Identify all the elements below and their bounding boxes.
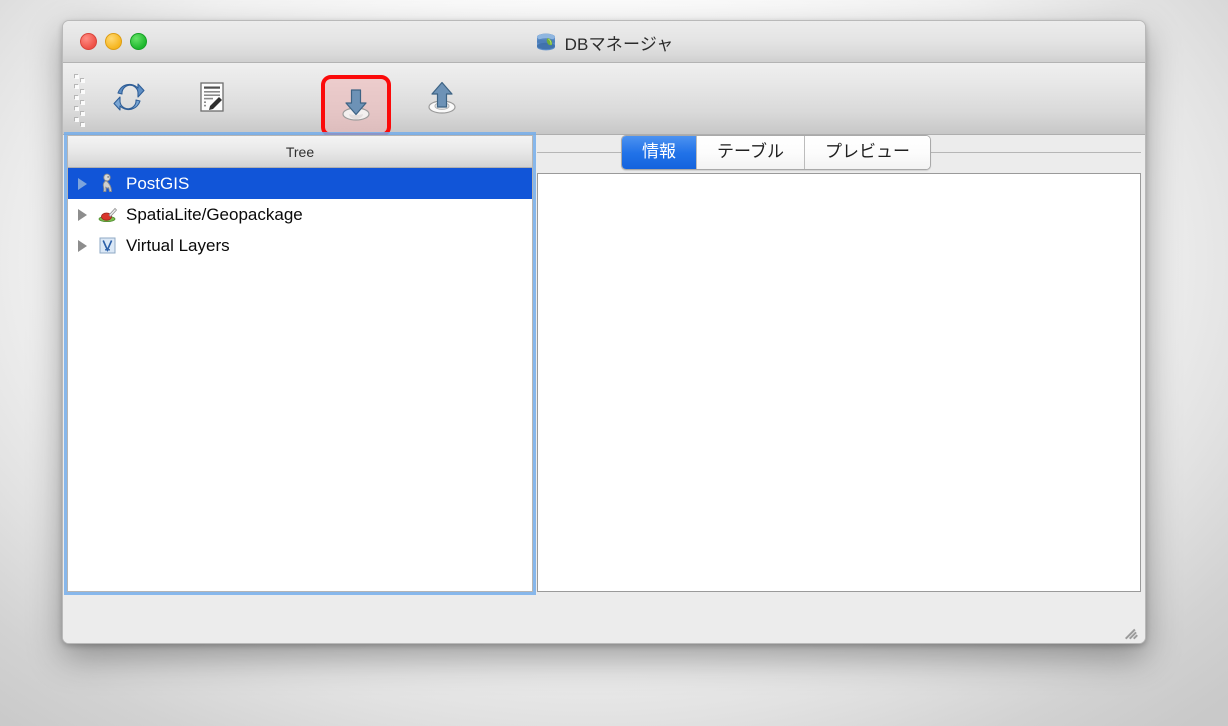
tab-bar: 情報 テーブル プレビュー	[537, 135, 1141, 170]
info-content-area	[537, 173, 1141, 592]
resize-grip[interactable]	[1124, 624, 1139, 640]
postgis-elephant-icon	[97, 173, 126, 194]
tab-group[interactable]: 情報 テーブル プレビュー	[621, 135, 931, 170]
refresh-icon	[111, 79, 147, 120]
export-layer-button[interactable]	[418, 75, 466, 123]
tree-item-virtual-layers[interactable]: Virtual Layers	[68, 230, 532, 261]
window-title: DBマネージャ	[564, 34, 674, 54]
toolbar	[63, 63, 1145, 137]
import-down-arrow-icon	[336, 84, 376, 129]
window-body: Tree PostGIS SpatiaLite/Geopackage Virtu…	[63, 135, 1145, 643]
tab-preview[interactable]: プレビュー	[804, 136, 930, 169]
chevron-right-icon[interactable]	[78, 177, 87, 190]
database-icon	[535, 33, 557, 52]
db-manager-window: DBマネージャ Tree PostGIS SpatiaLite/Geopacka…	[62, 20, 1146, 644]
title-bar: DBマネージャ	[63, 21, 1145, 63]
spatialite-icon	[97, 204, 126, 225]
tree-item-spatialite[interactable]: SpatiaLite/Geopackage	[68, 199, 532, 230]
refresh-button[interactable]	[105, 75, 153, 123]
tree-item-postgis[interactable]: PostGIS	[68, 168, 532, 199]
export-up-arrow-icon	[422, 77, 462, 122]
tree-item-label: Virtual Layers	[126, 236, 230, 255]
sql-document-icon	[195, 80, 229, 119]
tree-panel[interactable]: Tree PostGIS SpatiaLite/Geopackage Virtu…	[67, 135, 533, 592]
tab-table[interactable]: テーブル	[697, 136, 805, 169]
tree-list[interactable]: PostGIS SpatiaLite/Geopackage Virtual La…	[68, 168, 532, 591]
tree-item-label: SpatiaLite/Geopackage	[126, 205, 303, 224]
chevron-right-icon[interactable]	[78, 239, 87, 252]
sql-window-button[interactable]	[188, 75, 236, 123]
import-layer-button[interactable]	[321, 75, 391, 137]
title-container: DBマネージャ	[63, 21, 1145, 63]
tree-item-label: PostGIS	[126, 174, 190, 193]
tree-header: Tree	[68, 136, 532, 168]
window-bottom-strip	[63, 597, 1145, 643]
detail-panel: 情報 テーブル プレビュー	[537, 135, 1141, 592]
tab-info[interactable]: 情報	[622, 136, 697, 169]
virtual-layers-icon	[97, 235, 126, 256]
toolbar-drag-handle[interactable]	[75, 73, 87, 129]
chevron-right-icon[interactable]	[78, 208, 87, 221]
